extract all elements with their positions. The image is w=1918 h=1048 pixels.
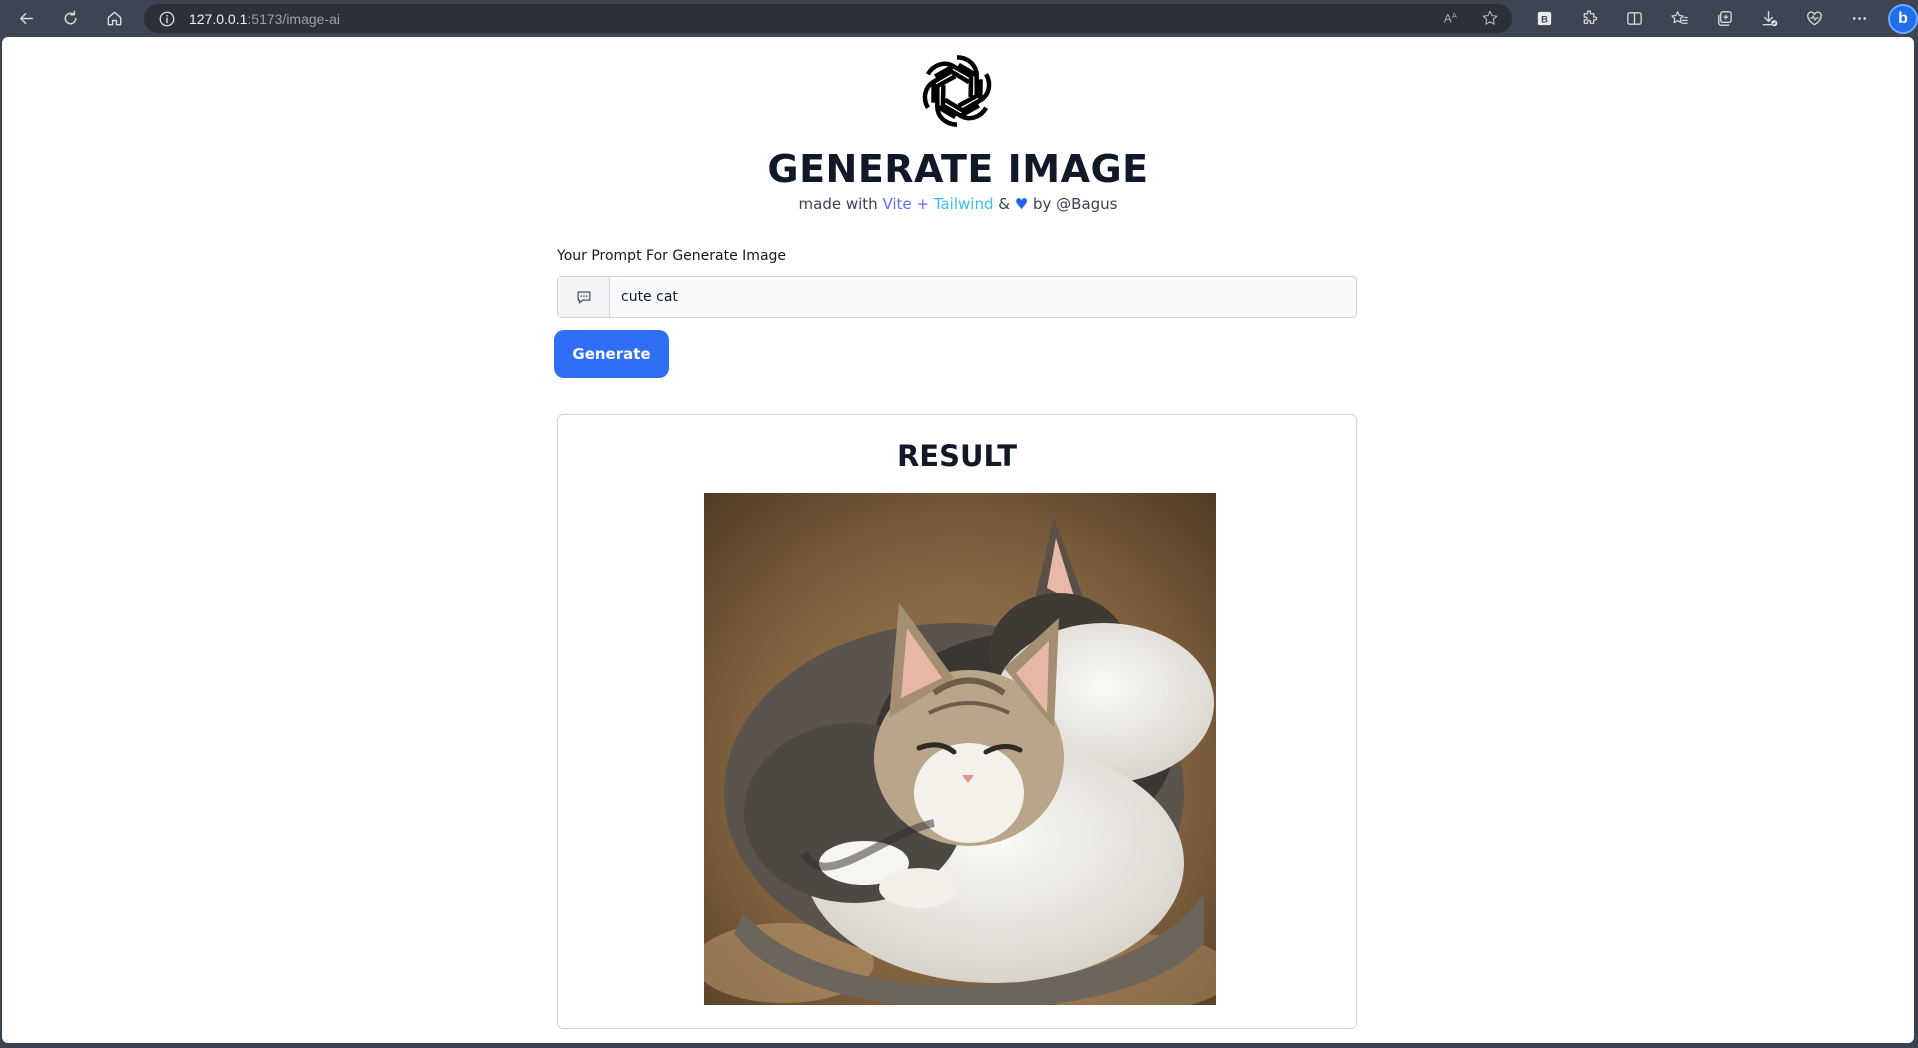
refresh-icon <box>64 10 76 25</box>
split-screen-icon <box>1627 12 1642 25</box>
svg-text:A: A <box>1452 11 1457 20</box>
credit-amp: & <box>998 195 1010 213</box>
heart-icon: ♥ <box>1014 195 1029 213</box>
chat-bubble-icon <box>577 291 590 304</box>
download-icon <box>1762 11 1778 27</box>
prompt-addon <box>558 277 610 317</box>
back-arrow-icon <box>19 12 33 25</box>
prompt-label: Your Prompt For Generate Image <box>557 248 787 264</box>
extensions-button[interactable] <box>1567 0 1612 37</box>
prompt-input[interactable] <box>610 277 1356 317</box>
address-bar[interactable]: 127.0.0.1:5173/image-ai AA <box>144 4 1512 33</box>
collections-button[interactable] <box>1702 0 1747 37</box>
credit-author: by @Bagus <box>1032 195 1118 213</box>
heart-pulse-icon <box>1807 11 1822 26</box>
extension-b-button[interactable]: B <box>1522 0 1567 37</box>
result-title: RESULT <box>896 439 1018 473</box>
split-screen-button[interactable] <box>1612 0 1657 37</box>
openai-logo-icon <box>916 50 998 132</box>
credit-prefix: made with <box>798 195 878 213</box>
page-title: GENERATE IMAGE <box>767 147 1149 191</box>
refresh-button[interactable] <box>48 0 92 37</box>
generated-image-graphic <box>704 493 1216 1005</box>
info-icon[interactable] <box>158 10 176 28</box>
svg-text:B: B <box>1541 14 1548 25</box>
favorite-star-icon[interactable] <box>1480 8 1500 28</box>
more-dots-icon <box>1852 17 1867 20</box>
collections-icon <box>1718 11 1732 26</box>
credit-plus: + <box>916 195 930 213</box>
copilot-button[interactable]: b <box>1888 3 1918 34</box>
home-button[interactable] <box>92 0 136 37</box>
url-host: 127.0.0.1 <box>189 10 248 27</box>
tailwind-link[interactable]: Tailwind <box>934 195 994 213</box>
vite-link[interactable]: Vite <box>882 195 911 213</box>
url-text[interactable]: 127.0.0.1:5173/image-ai <box>189 11 340 27</box>
browser-actions: B b <box>1522 0 1918 37</box>
more-menu-button[interactable] <box>1837 0 1882 37</box>
generate-button[interactable]: Generate <box>554 330 669 378</box>
bing-icon: b <box>1898 9 1908 27</box>
extension-b-icon: B <box>1537 11 1552 25</box>
puzzle-icon <box>1583 10 1598 24</box>
credit-line: made with Vite + Tailwind & ♥ by @Bagus <box>2 195 1914 213</box>
back-button[interactable] <box>4 0 48 37</box>
performance-button[interactable] <box>1792 0 1837 37</box>
favorites-icon <box>1671 11 1688 24</box>
url-path: :5173/image-ai <box>247 10 341 27</box>
prompt-input-group <box>557 276 1357 318</box>
home-icon <box>107 11 121 26</box>
downloads-button[interactable] <box>1747 0 1792 37</box>
page-viewport: GENERATE IMAGE made with Vite + Tailwind… <box>2 37 1914 1043</box>
result-card: RESULT <box>557 414 1357 1029</box>
generated-cat-image <box>704 493 1216 1005</box>
svg-text:A: A <box>1444 13 1452 26</box>
favorites-button[interactable] <box>1657 0 1702 37</box>
read-aloud-icon[interactable]: AA <box>1442 8 1462 28</box>
